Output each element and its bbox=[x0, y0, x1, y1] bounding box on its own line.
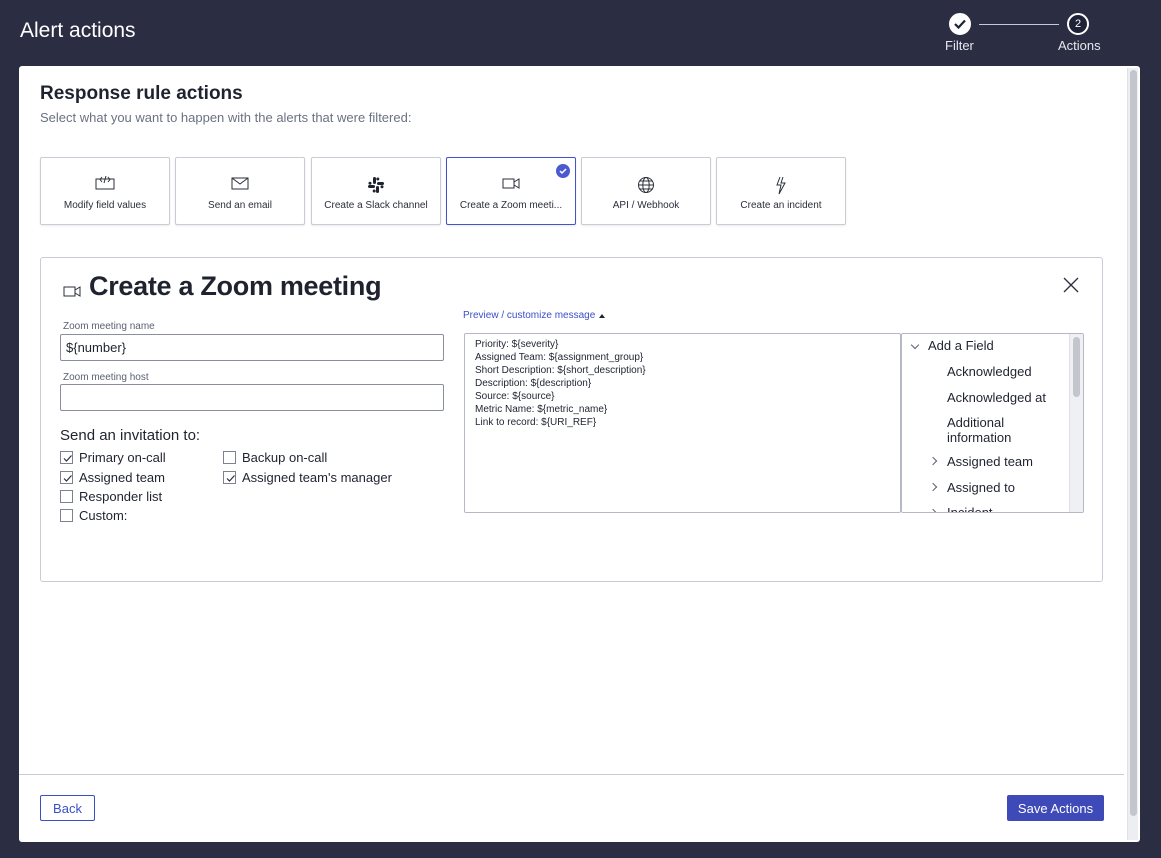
action-card-label: Modify field values bbox=[63, 200, 147, 211]
chevron-right-icon[interactable] bbox=[928, 456, 938, 466]
checkbox-primary-oncall[interactable]: Primary on-call bbox=[60, 449, 166, 465]
panel-scrollbar-thumb[interactable] bbox=[1130, 70, 1137, 816]
step-label-filter: Filter bbox=[945, 38, 974, 53]
message-line: Assigned Team: ${assignment_group} bbox=[475, 352, 644, 363]
zoom-meeting-config: Create a Zoom meeting Zoom meeting name … bbox=[40, 257, 1103, 582]
action-card-send-email[interactable]: Send an email bbox=[175, 157, 305, 225]
meeting-host-label: Zoom meeting host bbox=[63, 372, 149, 383]
checkbox-label: Assigned team bbox=[79, 469, 165, 485]
slack-icon bbox=[368, 177, 384, 193]
checkbox-label: Responder list bbox=[79, 488, 163, 504]
chevron-right-icon[interactable] bbox=[928, 508, 938, 512]
action-card-label: Send an email bbox=[208, 200, 272, 211]
checkbox-label: Backup on-call bbox=[242, 449, 328, 465]
footer-divider bbox=[19, 774, 1124, 775]
config-title: Create a Zoom meeting bbox=[89, 271, 382, 301]
action-card-create-incident[interactable]: Create an incident bbox=[716, 157, 846, 225]
checkbox[interactable] bbox=[223, 450, 236, 464]
action-card-label: Create an incident bbox=[740, 200, 822, 211]
panel-scrollbar[interactable] bbox=[1127, 68, 1138, 840]
wizard-stepper: 2 Filter Actions bbox=[940, 12, 1110, 56]
tree-item-acknowledged-at[interactable]: Acknowledged at bbox=[947, 390, 1046, 405]
checkbox[interactable] bbox=[60, 508, 73, 522]
checkbox-label: Assigned team's manager bbox=[242, 469, 392, 485]
close-icon[interactable] bbox=[1062, 276, 1080, 294]
add-field-tree: Add a Field Acknowledged Acknowledged at… bbox=[901, 333, 1084, 513]
tree-scrollbar[interactable] bbox=[1069, 334, 1083, 512]
checkbox-responder-list[interactable]: Responder list bbox=[60, 488, 162, 504]
main-panel: Response rule actions Select what you wa… bbox=[19, 66, 1140, 842]
message-textarea[interactable]: Priority: ${severity} Assigned Team: ${a… bbox=[464, 333, 901, 513]
step-label-actions: Actions bbox=[1058, 38, 1101, 53]
chevron-right-icon[interactable] bbox=[928, 482, 938, 492]
checkbox-custom[interactable]: Custom: bbox=[60, 507, 127, 523]
preview-link-label: Preview / customize message bbox=[463, 310, 596, 321]
tree-item-additional-information[interactable]: Additional information bbox=[947, 415, 1057, 445]
checkmark-icon bbox=[63, 454, 72, 462]
checkbox-assigned-team[interactable]: Assigned team bbox=[60, 469, 165, 485]
checkmark-icon bbox=[63, 474, 72, 482]
checkbox[interactable] bbox=[60, 489, 73, 503]
checkmark-icon bbox=[226, 474, 235, 482]
message-line: Metric Name: ${metric_name} bbox=[475, 404, 608, 415]
message-line: Link to record: ${URI_REF} bbox=[475, 417, 597, 428]
section-subtitle: Select what you want to happen with the … bbox=[40, 110, 412, 125]
checkbox[interactable] bbox=[223, 470, 236, 484]
lightning-cursor-icon bbox=[776, 176, 786, 195]
tree-item-acknowledged[interactable]: Acknowledged bbox=[947, 364, 1032, 379]
message-line: Source: ${source} bbox=[475, 391, 555, 402]
save-actions-button[interactable]: Save Actions bbox=[1007, 795, 1104, 821]
back-button[interactable]: Back bbox=[40, 795, 95, 821]
message-line: Short Description: ${short_description} bbox=[475, 365, 646, 376]
checkbox-label: Custom: bbox=[79, 507, 128, 523]
preview-customize-link[interactable]: Preview / customize message bbox=[463, 310, 606, 321]
action-card-label: Create a Zoom meeti... bbox=[459, 200, 563, 211]
checkbox-label: Primary on-call bbox=[79, 449, 166, 465]
checkmark-icon bbox=[954, 19, 966, 29]
invitation-label: Send an invitation to: bbox=[60, 427, 201, 444]
step-actions-current: 2 bbox=[1067, 13, 1089, 35]
tree-item-incident[interactable]: Incident bbox=[947, 505, 993, 512]
tree-scrollbar-thumb[interactable] bbox=[1073, 337, 1080, 397]
action-card-api-webhook[interactable]: API / Webhook bbox=[581, 157, 711, 225]
meeting-name-label: Zoom meeting name bbox=[63, 321, 155, 332]
action-card-modify-field-values[interactable]: Modify field values bbox=[40, 157, 170, 225]
checkbox[interactable] bbox=[60, 470, 73, 484]
chevron-down-icon[interactable] bbox=[910, 340, 920, 350]
caret-up-icon bbox=[599, 313, 606, 318]
checkbox-backup-oncall[interactable]: Backup on-call bbox=[223, 449, 327, 465]
tree-item-assigned-to[interactable]: Assigned to bbox=[947, 480, 1015, 495]
message-line: Description: ${description} bbox=[475, 378, 592, 389]
video-camera-icon bbox=[63, 286, 81, 297]
step-connector bbox=[979, 24, 1059, 25]
section-title: Response rule actions bbox=[40, 83, 243, 104]
meeting-host-input[interactable] bbox=[60, 384, 444, 411]
globe-icon bbox=[638, 177, 654, 193]
action-card-create-slack-channel[interactable]: Create a Slack channel bbox=[311, 157, 441, 225]
message-line: Priority: ${severity} bbox=[475, 339, 559, 350]
envelope-icon bbox=[231, 177, 249, 190]
tree-item-assigned-team[interactable]: Assigned team bbox=[947, 454, 1033, 469]
checkbox[interactable] bbox=[60, 450, 73, 464]
action-card-create-zoom-meeting[interactable]: Create a Zoom meeti... bbox=[446, 157, 576, 225]
meeting-name-input[interactable] bbox=[60, 334, 444, 361]
page-title: Alert actions bbox=[20, 19, 136, 42]
code-edit-icon bbox=[95, 175, 115, 190]
tree-root-add-field[interactable]: Add a Field bbox=[928, 338, 994, 353]
video-camera-icon bbox=[502, 178, 520, 189]
step-filter-completed[interactable] bbox=[949, 13, 971, 35]
action-card-label: API / Webhook bbox=[612, 200, 680, 211]
action-card-label: Create a Slack channel bbox=[324, 200, 428, 211]
checkbox-assigned-team-manager[interactable]: Assigned team's manager bbox=[223, 469, 392, 485]
